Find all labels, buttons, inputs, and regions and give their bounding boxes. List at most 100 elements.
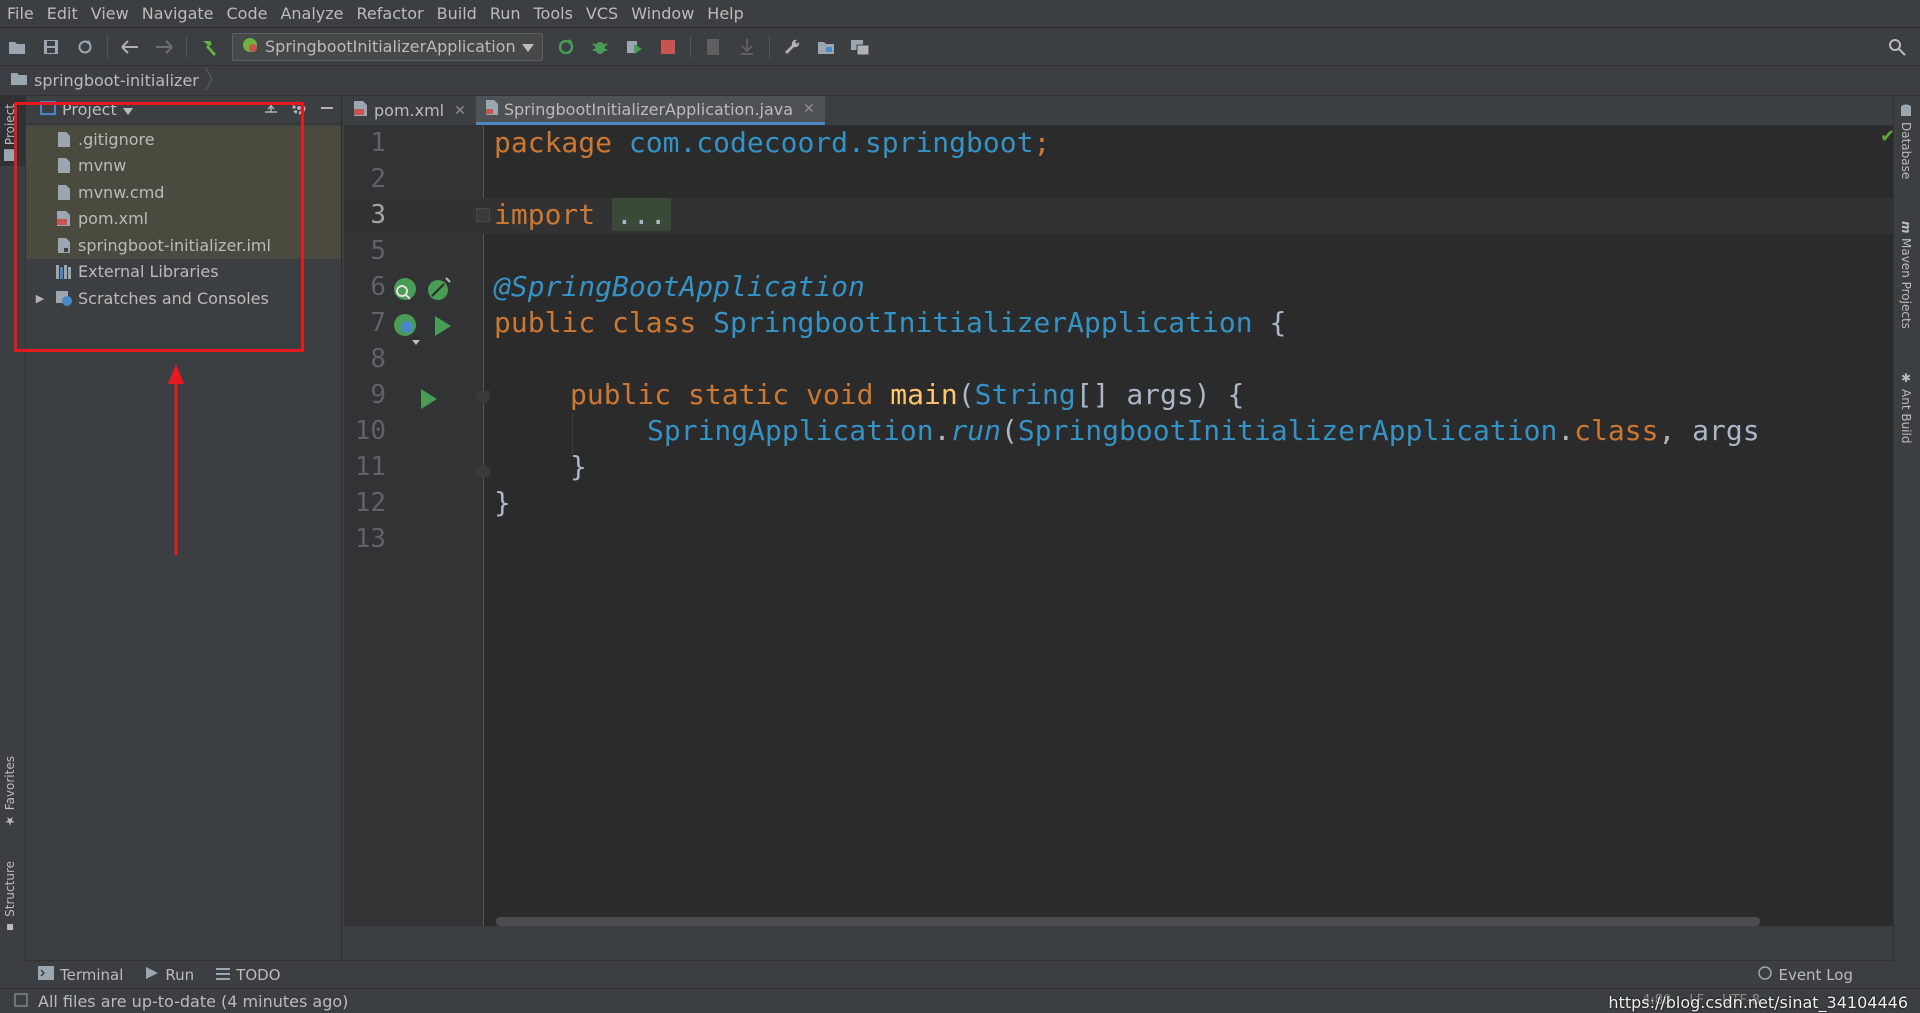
terminal-icon bbox=[38, 965, 54, 984]
code-line-9: public static void main(String[] args) { bbox=[570, 378, 1245, 411]
toolbar-separator bbox=[768, 35, 770, 58]
event-log-button[interactable]: Event Log bbox=[1758, 966, 1853, 984]
spring-class-icon[interactable] bbox=[392, 312, 422, 350]
line-number: 11 bbox=[354, 452, 386, 482]
spring-app-icon bbox=[241, 36, 259, 58]
todo-tool-tab[interactable]: TODO bbox=[216, 966, 281, 984]
status-toggle-icon[interactable] bbox=[14, 992, 28, 1011]
run-coverage-icon[interactable] bbox=[619, 32, 649, 62]
ant-build-tool-tab[interactable]: ✱ Ant Build bbox=[1899, 371, 1913, 443]
menu-vcs[interactable]: VCS bbox=[579, 0, 624, 28]
menu-bar: File Edit View Navigate Code Analyze Ref… bbox=[0, 0, 1920, 28]
line-number: 6 bbox=[370, 272, 386, 302]
forward-arrow-icon[interactable] bbox=[149, 32, 179, 62]
menu-build[interactable]: Build bbox=[430, 0, 483, 28]
structure-tool-tab[interactable]: ▪ Structure bbox=[3, 861, 17, 935]
chevron-down-icon bbox=[521, 37, 534, 56]
rerun-icon[interactable] bbox=[551, 32, 581, 62]
fold-toggle-icon[interactable] bbox=[475, 207, 491, 226]
editor-tab-bar: pom.xml ✕ SpringbootInitializerApplicati… bbox=[344, 96, 1893, 126]
menu-file[interactable]: File bbox=[0, 0, 40, 28]
code-editor[interactable]: ✔ 1 2 3 5 6 7 8 9 10 11 12 13 package co… bbox=[344, 126, 1893, 926]
settings-wrench-icon[interactable] bbox=[777, 32, 807, 62]
code-line-6: @SpringBootApplication bbox=[494, 270, 865, 303]
bottom-tool-tabs: Terminal Run TODO Event Log bbox=[26, 960, 1893, 988]
ant-icon: ✱ bbox=[1899, 371, 1913, 385]
fold-toggle-icon[interactable] bbox=[476, 391, 490, 409]
status-bar: All files are up-to-date (4 minutes ago)… bbox=[0, 988, 1920, 1013]
fold-toggle-icon[interactable] bbox=[476, 463, 490, 481]
spring-bean-search-icon[interactable] bbox=[392, 276, 418, 306]
breadcrumb[interactable]: springboot-initializer bbox=[34, 71, 199, 90]
vcs-commit-icon[interactable] bbox=[732, 32, 762, 62]
back-arrow-icon[interactable] bbox=[115, 32, 145, 62]
toolbar-separator bbox=[186, 35, 187, 58]
toolbar-separator bbox=[107, 35, 108, 58]
menu-navigate[interactable]: Navigate bbox=[135, 0, 220, 28]
minimize-icon[interactable] bbox=[319, 100, 335, 120]
structure-icon: ▪ bbox=[3, 920, 17, 935]
folded-imports[interactable]: ... bbox=[612, 198, 671, 231]
vcs-update-icon[interactable] bbox=[698, 32, 728, 62]
right-tool-strip: Database m Maven Projects ✱ Ant Build bbox=[1893, 96, 1920, 963]
search-icon[interactable] bbox=[1882, 32, 1912, 62]
line-number: 3 bbox=[370, 200, 386, 230]
tab-springboot-application-java[interactable]: SpringbootInitializerApplication.java ✕ bbox=[475, 96, 825, 125]
maven-file-icon bbox=[354, 101, 368, 120]
breadcrumb-separator-icon bbox=[205, 67, 213, 94]
project-structure-icon[interactable] bbox=[811, 32, 841, 62]
horizontal-scrollbar[interactable] bbox=[496, 917, 1760, 926]
run-icon bbox=[145, 966, 159, 984]
menu-edit[interactable]: Edit bbox=[40, 0, 84, 28]
line-number: 8 bbox=[370, 344, 386, 374]
menu-code[interactable]: Code bbox=[220, 0, 274, 28]
sdk-manager-icon[interactable] bbox=[845, 32, 875, 62]
open-folder-icon[interactable] bbox=[2, 32, 32, 62]
line-number: 2 bbox=[370, 164, 386, 194]
database-tool-tab[interactable]: Database bbox=[1899, 104, 1913, 179]
save-icon[interactable] bbox=[36, 32, 66, 62]
debug-bug-icon[interactable] bbox=[585, 32, 615, 62]
menu-run[interactable]: Run bbox=[483, 0, 527, 28]
maven-tool-tab[interactable]: m Maven Projects bbox=[1899, 221, 1913, 328]
database-icon bbox=[1899, 104, 1913, 118]
run-tool-tab[interactable]: Run bbox=[145, 966, 194, 984]
menu-tools[interactable]: Tools bbox=[527, 0, 579, 28]
run-config-label: SpringbootInitializerApplication bbox=[265, 37, 516, 56]
maven-icon: m bbox=[1899, 221, 1913, 234]
code-line-12: } bbox=[494, 486, 511, 519]
run-gutter-icon[interactable] bbox=[420, 388, 438, 414]
line-number: 9 bbox=[370, 380, 386, 410]
sync-icon[interactable] bbox=[70, 32, 100, 62]
favorites-tool-tab[interactable]: ★ Favorites bbox=[3, 756, 17, 828]
folder-icon bbox=[10, 71, 28, 90]
check-icon: ✔ bbox=[1880, 126, 1893, 147]
menu-help[interactable]: Help bbox=[700, 0, 749, 28]
terminal-tool-tab[interactable]: Terminal bbox=[38, 965, 123, 984]
line-number: 5 bbox=[370, 236, 386, 266]
menu-analyze[interactable]: Analyze bbox=[273, 0, 349, 28]
toolbar-separator bbox=[689, 35, 691, 58]
menu-refactor[interactable]: Refactor bbox=[350, 0, 430, 28]
status-message: All files are up-to-date (4 minutes ago) bbox=[38, 991, 349, 1011]
stop-icon[interactable] bbox=[653, 32, 683, 62]
line-number: 1 bbox=[370, 128, 386, 158]
menu-view[interactable]: View bbox=[84, 0, 135, 28]
navigation-bar: springboot-initializer bbox=[0, 66, 1920, 96]
spring-leaf-icon[interactable] bbox=[426, 276, 452, 306]
run-config-selector[interactable]: SpringbootInitializerApplication bbox=[232, 32, 543, 61]
build-hammer-icon[interactable] bbox=[194, 32, 224, 62]
java-file-icon bbox=[485, 99, 498, 119]
event-log-icon bbox=[1758, 966, 1773, 984]
menu-window[interactable]: Window bbox=[624, 0, 700, 28]
todo-icon bbox=[216, 966, 231, 984]
code-line-3: import ... bbox=[494, 198, 671, 231]
annotation-arrow bbox=[168, 364, 184, 555]
close-icon[interactable]: ✕ bbox=[454, 103, 466, 119]
run-gutter-icon[interactable] bbox=[434, 315, 452, 341]
annotation-highlight-box bbox=[14, 102, 304, 352]
star-icon: ★ bbox=[3, 814, 17, 829]
close-icon[interactable]: ✕ bbox=[803, 101, 815, 117]
tab-pom-xml[interactable]: pom.xml ✕ bbox=[344, 96, 476, 125]
watermark-text: https://blog.csdn.net/sinat_34104446 bbox=[1608, 993, 1908, 1012]
